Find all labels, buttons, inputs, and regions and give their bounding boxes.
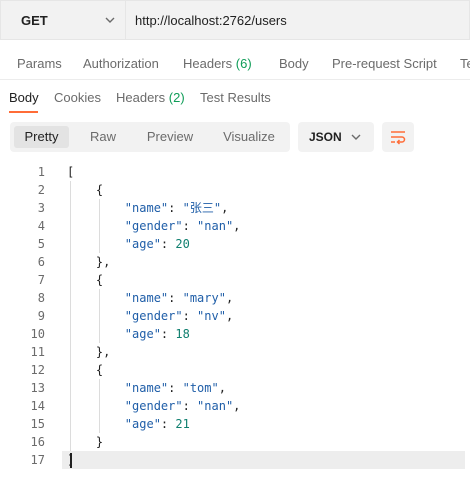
line-content: } — [67, 435, 104, 449]
wrap-lines-icon — [391, 131, 406, 145]
line-content: "gender": "nv", — [124, 309, 234, 323]
line-number: 14 — [30, 399, 45, 413]
chevron-down-icon — [351, 134, 361, 140]
format-mode-group: Pretty Raw Preview Visualize — [10, 122, 290, 152]
line-content: "name": "张三", — [124, 201, 229, 215]
line-number: 16 — [30, 435, 45, 449]
line-content: ] — [62, 451, 465, 469]
response-tabs: Body Cookies Headers (2) Test Results — [0, 82, 470, 116]
line-content: "gender": "nan", — [124, 219, 241, 233]
tab-body[interactable]: Body — [279, 56, 309, 71]
line-content: "name": "tom", — [124, 381, 226, 395]
line-number: 4 — [37, 219, 45, 233]
response-tab-headers[interactable]: Headers (2) — [116, 90, 185, 105]
method-label: GET — [21, 13, 48, 28]
code-line: 15 "age": 21 — [0, 415, 470, 433]
code-line: 10 "age": 18 — [0, 325, 470, 343]
text-cursor — [70, 453, 72, 468]
tab-tests[interactable]: Te — [460, 56, 470, 71]
line-number: 13 — [30, 381, 45, 395]
request-bar: GET http://localhost:2762/users — [0, 0, 470, 40]
line-number: 2 — [37, 183, 45, 197]
wrap-lines-button[interactable] — [382, 122, 414, 152]
visualize-button[interactable]: Visualize — [214, 126, 284, 148]
line-content: { — [67, 183, 104, 197]
code-line: 13 "name": "tom", — [0, 379, 470, 397]
code-line: 16 } — [0, 433, 470, 451]
code-line: 7 { — [0, 271, 470, 289]
pretty-button[interactable]: Pretty — [14, 126, 69, 148]
line-content: "gender": "nan", — [124, 399, 241, 413]
line-number: 8 — [37, 291, 45, 305]
code-line: 5 "age": 20 — [0, 235, 470, 253]
response-body-viewer[interactable]: 1[2 {3 "name": "张三", 4 "gender": "nan", 5 … — [0, 163, 470, 478]
line-number: 6 — [37, 255, 45, 269]
line-content: }, — [67, 255, 111, 269]
code-line: 3 "name": "张三", — [0, 199, 470, 217]
line-content: [ — [67, 165, 75, 179]
raw-button[interactable]: Raw — [77, 126, 129, 148]
tab-pre-request-script[interactable]: Pre-request Script — [332, 56, 437, 71]
request-tabs: Params Authorization Headers (6) Body Pr… — [0, 47, 470, 80]
line-number: 1 — [37, 165, 45, 179]
tab-params[interactable]: Params — [17, 56, 62, 71]
line-content: "name": "mary", — [124, 291, 234, 305]
url-text: http://localhost:2762/users — [135, 13, 287, 28]
language-label: JSON — [309, 130, 342, 144]
headers-count: (6) — [235, 56, 252, 71]
code-line: 4 "gender": "nan", — [0, 217, 470, 235]
line-number: 15 — [30, 417, 45, 431]
response-tab-test-results[interactable]: Test Results — [200, 90, 271, 105]
response-tab-body[interactable]: Body — [9, 90, 39, 105]
code-line: 8 "name": "mary", — [0, 289, 470, 307]
line-number: 17 — [30, 453, 45, 467]
line-content: { — [67, 273, 104, 287]
code-line: 2 { — [0, 181, 470, 199]
line-number: 11 — [30, 345, 45, 359]
line-number: 10 — [30, 327, 45, 341]
line-content: }, — [67, 345, 111, 359]
response-tab-cookies[interactable]: Cookies — [54, 90, 101, 105]
active-tab-indicator — [9, 111, 38, 113]
tab-authorization[interactable]: Authorization — [83, 56, 159, 71]
code-line: 12 { — [0, 361, 470, 379]
chevron-down-icon — [105, 17, 115, 23]
code-line: 9 "gender": "nv", — [0, 307, 470, 325]
code-line: 14 "gender": "nan", — [0, 397, 470, 415]
code-line: 11 }, — [0, 343, 470, 361]
line-content: "age": 18 — [124, 327, 190, 341]
response-headers-count: (2) — [168, 90, 185, 105]
preview-button[interactable]: Preview — [140, 126, 200, 148]
line-content: { — [67, 363, 104, 377]
line-number: 5 — [37, 237, 45, 251]
line-number: 3 — [37, 201, 45, 215]
url-input[interactable]: http://localhost:2762/users — [125, 0, 470, 40]
code-line: 6 }, — [0, 253, 470, 271]
line-number: 9 — [37, 309, 45, 323]
line-content: "age": 21 — [124, 417, 190, 431]
method-select[interactable]: GET — [0, 0, 125, 40]
line-number: 12 — [30, 363, 45, 377]
line-content: "age": 20 — [124, 237, 190, 251]
language-select[interactable]: JSON — [298, 122, 374, 152]
tab-headers[interactable]: Headers (6) — [183, 56, 252, 71]
line-number: 7 — [37, 273, 45, 287]
code-line: 1[ — [0, 163, 470, 181]
